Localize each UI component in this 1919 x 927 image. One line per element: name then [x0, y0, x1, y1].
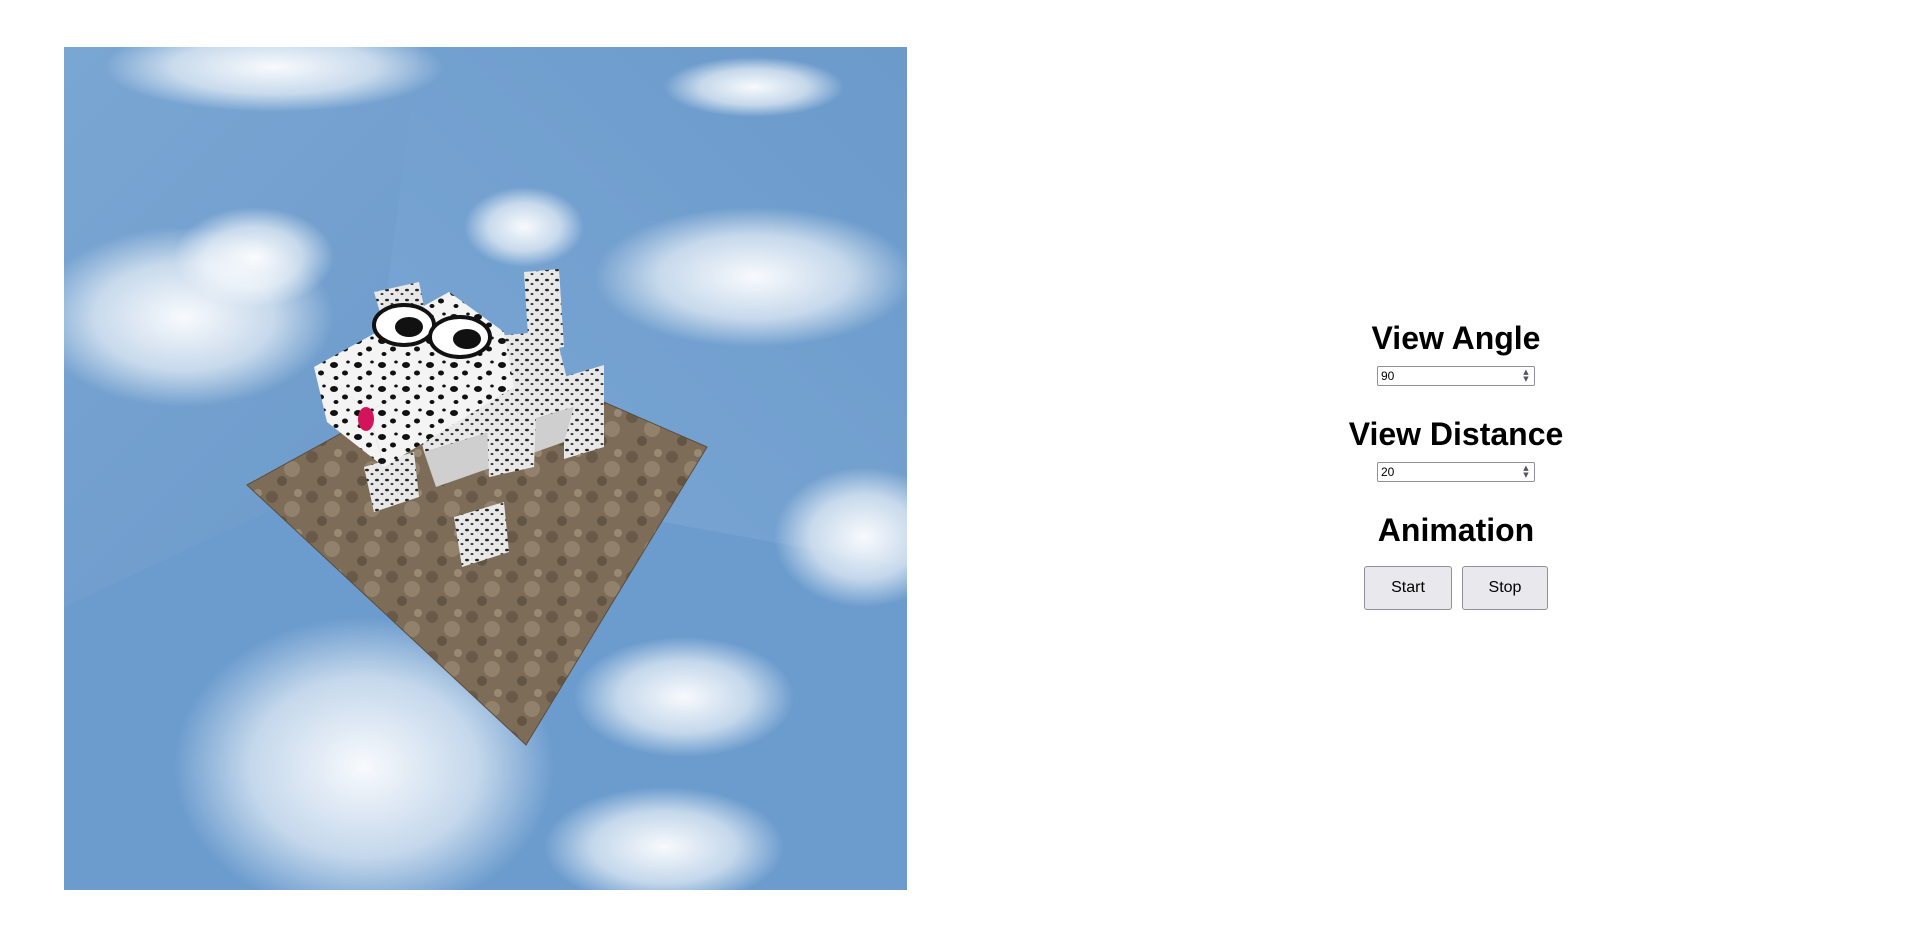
chevron-down-icon[interactable]: ▼ [1523, 472, 1528, 479]
controls-panel: View Angle ▲ ▼ View Distance ▲ ▼ Animati… [1306, 310, 1606, 610]
animation-buttons: Start Stop [1364, 566, 1548, 610]
stop-button[interactable]: Stop [1462, 566, 1548, 610]
scene-svg [64, 47, 907, 890]
view-angle-field[interactable]: ▲ ▼ [1377, 366, 1535, 386]
page: View Angle ▲ ▼ View Distance ▲ ▼ Animati… [0, 0, 1919, 927]
view-angle-heading: View Angle [1371, 320, 1541, 356]
view-angle-input[interactable] [1378, 367, 1514, 385]
view-distance-input[interactable] [1378, 463, 1514, 481]
start-button[interactable]: Start [1364, 566, 1452, 610]
view-distance-heading: View Distance [1348, 416, 1564, 452]
webgl-canvas[interactable] [64, 47, 907, 890]
view-distance-field[interactable]: ▲ ▼ [1377, 462, 1535, 482]
view-distance-stepper[interactable]: ▲ ▼ [1518, 463, 1534, 481]
chevron-down-icon[interactable]: ▼ [1523, 376, 1528, 383]
animation-heading: Animation [1377, 512, 1535, 548]
view-angle-stepper[interactable]: ▲ ▼ [1518, 367, 1534, 385]
